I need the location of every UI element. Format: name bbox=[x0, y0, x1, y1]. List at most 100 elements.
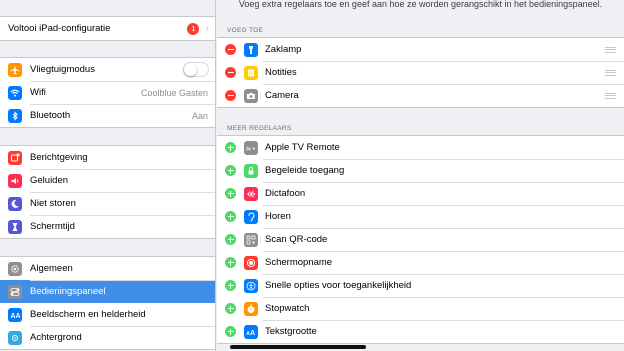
available-control-row[interactable]: Snelle opties voor toegankelijkheid bbox=[217, 274, 624, 297]
sidebar-item-sounds[interactable]: Geluiden bbox=[0, 169, 215, 192]
sidebar-item-control-center[interactable]: Bedieningspaneel bbox=[0, 280, 215, 303]
sidebar-item-label: Niet storen bbox=[30, 198, 76, 209]
add-button[interactable] bbox=[225, 188, 236, 199]
flashlight-icon bbox=[244, 42, 258, 57]
sidebar-item-label: Beeldscherm en helderheid bbox=[30, 309, 146, 320]
qr-code-icon bbox=[244, 232, 258, 247]
notifications-icon bbox=[8, 150, 22, 165]
ear-icon bbox=[244, 209, 258, 224]
reorder-handle[interactable] bbox=[605, 46, 616, 53]
sidebar-item-display[interactable]: AA Beeldscherm en helderheid bbox=[0, 303, 215, 326]
available-control-row[interactable]: Horen bbox=[217, 205, 624, 228]
stopwatch-icon bbox=[244, 301, 258, 316]
control-label: Horen bbox=[265, 211, 291, 222]
available-control-row[interactable]: Scan QR-code bbox=[217, 228, 624, 251]
sidebar-item-airplane-mode[interactable]: Vliegtuigmodus bbox=[0, 58, 215, 81]
sidebar-item-wifi[interactable]: Wifi Coolblue Gasten bbox=[0, 81, 215, 104]
included-control-row[interactable]: Zaklamp bbox=[217, 38, 624, 61]
available-control-row[interactable]: Stopwatch bbox=[217, 297, 624, 320]
sidebar-item-wallpaper[interactable]: Achtergrond bbox=[0, 326, 215, 349]
sidebar-item-screen-time[interactable]: Schermtijd bbox=[0, 215, 215, 238]
available-control-row[interactable]: tv Apple TV Remote bbox=[217, 136, 624, 159]
available-control-row[interactable]: Dictafoon bbox=[217, 182, 624, 205]
included-control-row[interactable]: Camera bbox=[217, 84, 624, 107]
control-label: Schermopname bbox=[265, 257, 333, 268]
airplane-mode-toggle[interactable] bbox=[183, 62, 209, 77]
hourglass-icon bbox=[8, 219, 22, 234]
sidebar-item-notifications[interactable]: Berichtgeving bbox=[0, 146, 215, 169]
camera-icon bbox=[244, 88, 258, 103]
control-center-settings: Voeg extra regelaars toe en geef aan hoe… bbox=[217, 0, 624, 351]
setup-group: Voltooi iPad-configuratie 1 › bbox=[0, 16, 215, 41]
remove-button[interactable] bbox=[225, 67, 236, 78]
control-center-icon bbox=[8, 284, 22, 299]
sidebar-item-label: Schermtijd bbox=[30, 221, 75, 232]
notes-icon bbox=[244, 65, 258, 80]
control-label: Begeleide toegang bbox=[265, 165, 345, 176]
connectivity-group: Vliegtuigmodus Wifi Coolblue Gasten Blue… bbox=[0, 57, 215, 128]
bluetooth-status-value: Aan bbox=[191, 110, 208, 121]
available-control-row[interactable]: Schermopname bbox=[217, 251, 624, 274]
add-button[interactable] bbox=[225, 303, 236, 314]
bluetooth-icon bbox=[8, 108, 22, 123]
general-group: Algemeen Bedieningspaneel AA Beeldscherm… bbox=[0, 256, 215, 350]
control-label: Scan QR-code bbox=[265, 234, 328, 245]
sidebar-item-label: Algemeen bbox=[30, 263, 73, 274]
include-section-header: VOEG TOE bbox=[227, 27, 264, 34]
accessibility-icon bbox=[244, 278, 258, 293]
included-controls-list: Zaklamp Notities Camera bbox=[217, 37, 624, 108]
add-button[interactable] bbox=[225, 234, 236, 245]
notification-badge: 1 bbox=[187, 22, 200, 35]
add-button[interactable] bbox=[225, 257, 236, 268]
sidebar-item-setup[interactable]: Voltooi iPad-configuratie 1 › bbox=[0, 17, 215, 40]
add-button[interactable] bbox=[225, 142, 236, 153]
control-label: Snelle opties voor toegankelijkheid bbox=[265, 280, 412, 291]
settings-sidebar: Voltooi iPad-configuratie 1 › Vliegtuigm… bbox=[0, 0, 216, 351]
control-label: Dictafoon bbox=[265, 188, 306, 199]
notifications-group: Berichtgeving Geluiden Niet storen Scher… bbox=[0, 145, 215, 239]
more-controls-list: tv Apple TV Remote Begeleide toegang Dic… bbox=[217, 135, 624, 344]
control-label: Zaklamp bbox=[265, 44, 302, 55]
text-size-icon: AA bbox=[244, 324, 258, 339]
sidebar-item-general[interactable]: Algemeen bbox=[0, 257, 215, 280]
available-control-row[interactable]: Begeleide toegang bbox=[217, 159, 624, 182]
tv-remote-icon: tv bbox=[244, 140, 258, 155]
sidebar-item-label: Voltooi iPad-configuratie bbox=[8, 23, 111, 34]
sidebar-item-label: Vliegtuigmodus bbox=[30, 64, 95, 75]
svg-text:AA: AA bbox=[11, 313, 21, 320]
add-button[interactable] bbox=[225, 326, 236, 337]
home-indicator[interactable] bbox=[230, 345, 366, 349]
chevron-right-icon: › bbox=[205, 22, 209, 35]
wifi-icon bbox=[8, 85, 22, 100]
sidebar-item-label: Geluiden bbox=[30, 175, 69, 186]
moon-icon bbox=[8, 196, 22, 211]
airplane-icon bbox=[8, 62, 22, 77]
screen-record-icon bbox=[244, 255, 258, 270]
svg-text:A: A bbox=[250, 330, 255, 337]
included-control-row[interactable]: Notities bbox=[217, 61, 624, 84]
more-controls-section-header: MEER REGELAARS bbox=[227, 125, 292, 132]
reorder-handle[interactable] bbox=[605, 69, 616, 76]
sounds-icon bbox=[8, 173, 22, 188]
voice-memo-icon bbox=[244, 186, 258, 201]
gear-icon bbox=[8, 261, 22, 276]
add-button[interactable] bbox=[225, 165, 236, 176]
svg-text:tv: tv bbox=[246, 146, 251, 152]
add-button[interactable] bbox=[225, 211, 236, 222]
sidebar-item-bluetooth[interactable]: Bluetooth Aan bbox=[0, 104, 215, 127]
page-description: Voeg extra regelaars toe en geef aan hoe… bbox=[238, 0, 603, 9]
reorder-handle[interactable] bbox=[605, 92, 616, 99]
available-control-row[interactable]: AA Tekstgrootte bbox=[217, 320, 624, 343]
display-icon: AA bbox=[8, 307, 22, 322]
control-label: Stopwatch bbox=[265, 303, 310, 314]
remove-button[interactable] bbox=[225, 90, 236, 101]
sidebar-item-label: Bluetooth bbox=[30, 110, 71, 121]
control-label: Tekstgrootte bbox=[265, 326, 317, 337]
add-button[interactable] bbox=[225, 280, 236, 291]
control-label: Apple TV Remote bbox=[265, 142, 340, 153]
control-label: Camera bbox=[265, 90, 299, 101]
remove-button[interactable] bbox=[225, 44, 236, 55]
control-label: Notities bbox=[265, 67, 297, 78]
sidebar-item-do-not-disturb[interactable]: Niet storen bbox=[0, 192, 215, 215]
sidebar-item-label: Achtergrond bbox=[30, 332, 82, 343]
